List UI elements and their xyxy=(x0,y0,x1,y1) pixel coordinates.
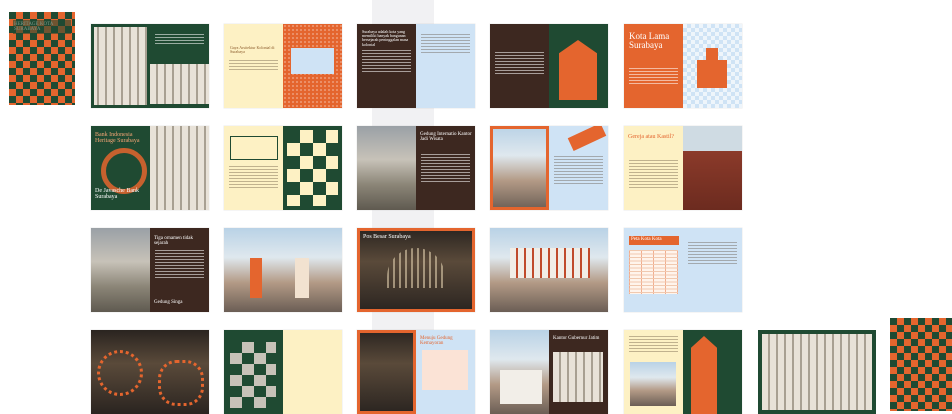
spread-r4-6[interactable] xyxy=(758,330,876,414)
page-text xyxy=(150,24,209,108)
page-title: Bank Indonesia Heritage Surabaya De Java… xyxy=(91,126,150,210)
spread-subtitle: Gedung Singa xyxy=(154,300,183,305)
page-text: Gaya Arsitektur Kolonial di Surabaya xyxy=(224,24,283,108)
spread-r3-5[interactable]: Peta Kota Kota xyxy=(624,228,742,312)
spread-r1-4[interactable] xyxy=(490,24,608,108)
spread-r1-2[interactable]: Gaya Arsitektur Kolonial di Surabaya xyxy=(224,24,342,108)
spread-r4-3[interactable]: Menuju Gedung Kemayoran xyxy=(357,330,475,414)
spread-title: Kantor Gubernur Jatim xyxy=(553,336,600,341)
spread-r2-1[interactable]: Bank Indonesia Heritage Surabaya De Java… xyxy=(91,126,209,210)
page-grid xyxy=(283,126,342,210)
spread-title: Pos Besar Surabaya xyxy=(363,234,411,240)
spread-r3-1[interactable]: Tiga ornamen tidak sejarah Gedung Singa xyxy=(91,228,209,312)
spread-r3-3[interactable]: Pos Besar Surabaya xyxy=(357,228,475,312)
spread-title: Gereja atau Kastil? xyxy=(628,134,674,140)
spread-title: Gedung Internatio Kantor Jadi Wisata xyxy=(420,132,472,143)
page-grid xyxy=(224,330,283,414)
spread-title: Gaya Arsitektur Kolonial di Surabaya xyxy=(230,45,275,55)
page-photo xyxy=(150,330,209,414)
page-text: Gereja atau Kastil? xyxy=(624,126,683,210)
page-text xyxy=(549,126,608,210)
page-text: Kantor Gubernur Jatim xyxy=(549,330,608,414)
back-cover[interactable] xyxy=(890,318,952,411)
spread-text: Surabaya adalah kota yang memiliki banya… xyxy=(362,29,409,47)
spread-r1-3[interactable]: Surabaya adalah kota yang memiliki banya… xyxy=(357,24,475,108)
page-photo xyxy=(357,330,416,414)
page-blue xyxy=(416,24,475,108)
cover-title-band xyxy=(13,20,71,34)
page-photo xyxy=(490,126,549,210)
front-cover[interactable]: HERITAGE KOTA SURABAYA xyxy=(9,12,75,105)
spread-r2-4[interactable] xyxy=(490,126,608,210)
page-text: Menuju Gedung Kemayoran xyxy=(416,330,475,414)
spread-r3-2[interactable] xyxy=(224,228,342,312)
page-icons xyxy=(683,24,742,108)
page-text xyxy=(683,228,742,312)
page-pattern xyxy=(283,24,342,108)
spread-r4-1[interactable] xyxy=(91,330,209,414)
page-table: Peta Kota Kota xyxy=(624,228,683,312)
spread-r1-1[interactable] xyxy=(91,24,209,108)
spread-title: Bank Indonesia Heritage Surabaya xyxy=(95,132,140,145)
page-text: Surabaya adalah kota yang memiliki banya… xyxy=(357,24,416,108)
page-text: Tiga ornamen tidak sejarah Gedung Singa xyxy=(150,228,209,312)
page-text xyxy=(624,330,683,414)
page-photo xyxy=(283,228,342,312)
page-blank xyxy=(283,330,342,414)
spread-title: Tiga ornamen tidak sejarah xyxy=(154,236,193,247)
page-house xyxy=(683,330,742,414)
spread-title: Peta Kota Kota xyxy=(631,237,662,242)
spread-r2-2[interactable] xyxy=(224,126,342,210)
page-photo xyxy=(150,126,209,210)
page-title: Kota Lama Surabaya xyxy=(624,24,683,108)
spread-r2-5[interactable]: Gereja atau Kastil? xyxy=(624,126,742,210)
spread-r2-3[interactable]: Gedung Internatio Kantor Jadi Wisata xyxy=(357,126,475,210)
page-photo xyxy=(683,126,742,210)
page-house xyxy=(549,24,608,108)
page-photo xyxy=(357,126,416,210)
page-photo xyxy=(762,334,872,410)
page-photo xyxy=(490,228,608,312)
spread-title: Kota Lama Surabaya xyxy=(629,31,670,51)
page-photo xyxy=(490,330,549,414)
spread-title: Menuju Gedung Kemayoran xyxy=(420,336,453,347)
spread-r1-5[interactable]: Kota Lama Surabaya xyxy=(624,24,742,108)
spread-r4-5[interactable] xyxy=(624,330,742,414)
page-photo xyxy=(91,24,150,108)
page-photo: Pos Besar Surabaya xyxy=(357,228,475,312)
page-text xyxy=(224,126,283,210)
spread-subtitle: De Javasche Bank Surabaya xyxy=(95,188,139,201)
page-text: Gedung Internatio Kantor Jadi Wisata xyxy=(416,126,475,210)
spread-r3-4[interactable] xyxy=(490,228,608,312)
page-photo xyxy=(91,228,150,312)
spread-r4-2[interactable] xyxy=(224,330,342,414)
page-photo xyxy=(91,330,150,414)
page-photo xyxy=(224,228,283,312)
spread-r4-4[interactable]: Kantor Gubernur Jatim xyxy=(490,330,608,414)
page-text xyxy=(490,24,549,108)
